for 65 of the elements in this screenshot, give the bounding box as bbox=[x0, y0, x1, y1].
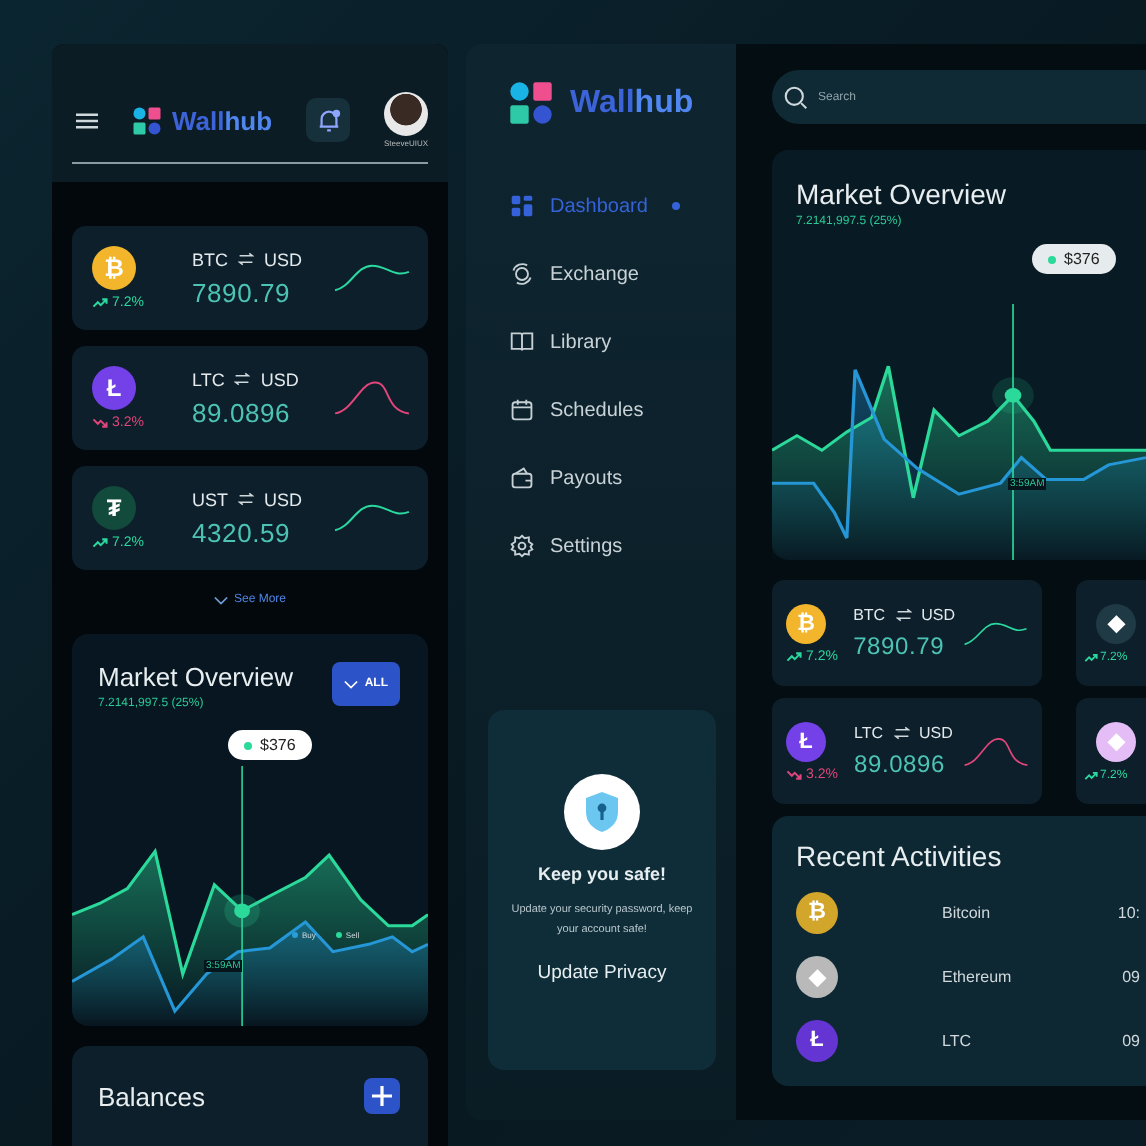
search-icon bbox=[784, 85, 808, 109]
price: 89.0896 bbox=[854, 750, 947, 778]
price: 7890.79 bbox=[853, 632, 947, 660]
price: 7890.79 bbox=[192, 277, 293, 307]
brand-name: Wallhub bbox=[570, 85, 694, 121]
brand-name: Wallhub bbox=[171, 105, 273, 135]
nav-item[interactable]: Settings bbox=[510, 526, 736, 566]
activity-name: Bitcoin bbox=[942, 903, 993, 921]
card-title: Market Overview bbox=[796, 178, 1009, 210]
plus-icon bbox=[372, 1086, 392, 1106]
activity-time: 09 bbox=[1122, 1031, 1140, 1049]
quote-currency: USD bbox=[264, 489, 303, 509]
swap-icon bbox=[238, 492, 254, 506]
shield-icon bbox=[564, 774, 640, 850]
price: 4320.59 bbox=[192, 517, 293, 547]
marker-dot bbox=[224, 894, 260, 928]
nav-item[interactable]: Payouts bbox=[510, 458, 736, 498]
price-tooltip: $376 bbox=[228, 730, 312, 760]
card-title: Market Overview bbox=[98, 662, 294, 692]
update-privacy-button[interactable]: Update Privacy bbox=[537, 961, 667, 984]
add-button[interactable] bbox=[364, 1078, 400, 1114]
base-currency: LTC bbox=[192, 369, 225, 389]
activity-name: Ethereum bbox=[942, 967, 1014, 985]
activity-name: LTC bbox=[942, 1031, 974, 1049]
quote-currency: USD bbox=[260, 369, 299, 389]
quote-currency: USD bbox=[919, 724, 953, 742]
card-title: Recent Activities bbox=[796, 840, 1004, 872]
coin-icon: ₮ bbox=[92, 486, 136, 530]
bell-icon bbox=[315, 107, 342, 133]
base-currency: BTC bbox=[192, 249, 228, 269]
avatar[interactable] bbox=[383, 92, 428, 136]
price: 89.0896 bbox=[192, 397, 293, 427]
nav-item[interactable]: Library bbox=[510, 322, 736, 362]
promo-title: Keep you safe! bbox=[537, 864, 667, 884]
card-title: Balances bbox=[98, 1081, 205, 1111]
swap-icon bbox=[895, 608, 912, 622]
swap-icon bbox=[238, 252, 254, 266]
base-currency: UST bbox=[192, 489, 228, 509]
coin-icon: Ł bbox=[92, 366, 136, 410]
price-tooltip: $376 bbox=[1032, 244, 1116, 274]
coin-icon: Ł bbox=[786, 721, 826, 761]
chevron-down-icon bbox=[344, 679, 359, 689]
coin-icon: ◆ bbox=[796, 955, 838, 997]
menu-icon[interactable] bbox=[76, 111, 98, 129]
coin-icon: Ł bbox=[796, 1019, 838, 1061]
coin-icon: ₿ bbox=[92, 246, 136, 290]
swap-icon bbox=[893, 726, 910, 740]
notification-button[interactable] bbox=[306, 98, 351, 142]
nav-item[interactable]: Exchange bbox=[510, 254, 736, 294]
coin-icon: ₿ bbox=[786, 603, 826, 643]
base-currency: LTC bbox=[854, 724, 884, 742]
swap-icon bbox=[234, 372, 251, 386]
coin-icon: ◆ bbox=[1096, 721, 1136, 761]
coin-icon: ◆ bbox=[1096, 603, 1136, 643]
logo-icon bbox=[508, 80, 554, 126]
activity-time: 09 bbox=[1122, 967, 1140, 985]
logo-icon bbox=[131, 105, 162, 135]
nav-item[interactable]: Schedules bbox=[510, 390, 736, 430]
quote-currency: USD bbox=[921, 606, 955, 624]
base-currency: BTC bbox=[853, 606, 886, 624]
activity-time: 10: bbox=[1117, 903, 1140, 921]
quote-currency: USD bbox=[264, 249, 303, 269]
coin-icon: ₿ bbox=[796, 891, 838, 933]
chevron-down-icon bbox=[213, 595, 228, 605]
marker-dot bbox=[992, 377, 1034, 414]
